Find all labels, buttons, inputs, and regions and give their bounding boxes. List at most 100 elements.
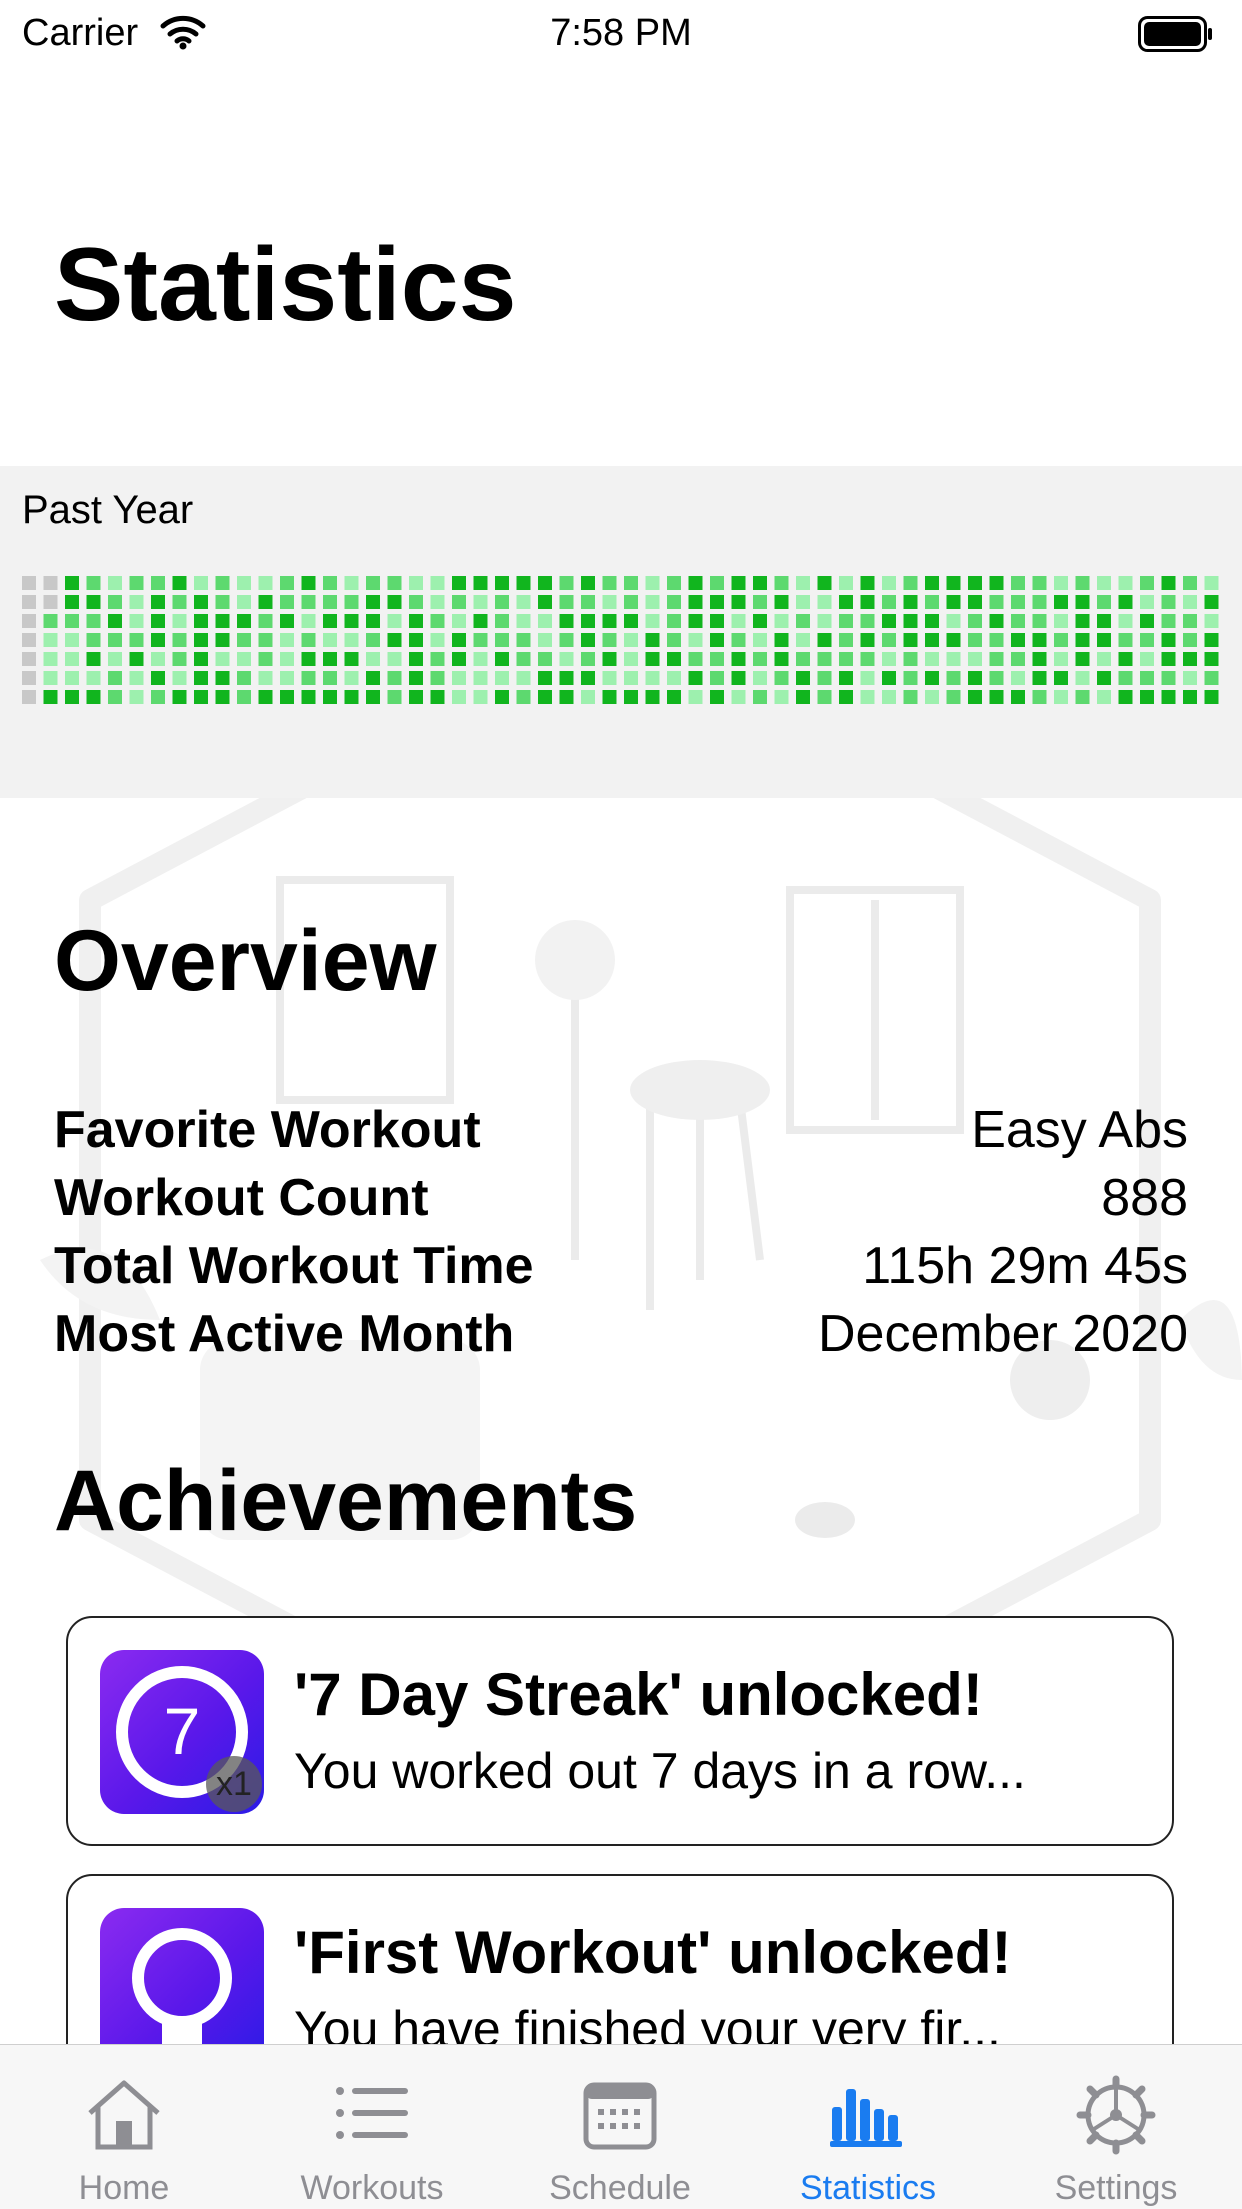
activity-day-cell <box>1204 652 1219 666</box>
activity-day-cell <box>1118 614 1133 628</box>
activity-day-cell <box>86 576 101 590</box>
activity-day-cell <box>43 633 58 647</box>
overview-title: Overview <box>54 913 437 1009</box>
activity-day-cell <box>774 576 789 590</box>
tab-statistics[interactable]: Statistics <box>744 2045 992 2209</box>
activity-day-cell <box>1011 633 1025 647</box>
activity-day-cell <box>710 576 724 590</box>
activity-day-cell <box>1032 652 1047 666</box>
activity-day-cell <box>151 652 165 666</box>
activity-day-cell <box>280 633 294 647</box>
achievement-card-7-day-streak[interactable]: 7 x1 '7 Day Streak' unlocked! You worked… <box>66 1616 1174 1846</box>
past-year-label: Past Year <box>22 488 194 532</box>
activity-day-cell <box>753 633 767 647</box>
activity-day-cell <box>366 671 380 685</box>
activity-day-cell <box>151 690 165 704</box>
tab-home[interactable]: Home <box>0 2045 248 2209</box>
activity-day-cell <box>925 633 939 647</box>
activity-day-cell <box>925 671 939 685</box>
activity-day-cell <box>559 614 574 628</box>
activity-day-cell <box>1054 595 1068 609</box>
activity-day-cell <box>839 652 853 666</box>
activity-day-cell <box>538 595 552 609</box>
activity-day-cell <box>65 633 79 647</box>
activity-day-cell <box>1054 652 1068 666</box>
battery-icon <box>1138 16 1214 57</box>
tab-workouts[interactable]: Workouts <box>248 2045 496 2209</box>
activity-day-cell <box>753 576 767 590</box>
activity-day-cell <box>968 633 982 647</box>
activity-day-cell <box>172 614 187 628</box>
tab-schedule[interactable]: Schedule <box>496 2045 744 2209</box>
activity-day-cell <box>817 652 832 666</box>
activity-day-cell <box>1054 633 1068 647</box>
tab-label: Home <box>78 2169 170 2207</box>
tab-label: Schedule <box>549 2169 691 2207</box>
activity-day-cell <box>108 671 122 685</box>
activity-day-cell <box>1075 576 1090 590</box>
activity-day-cell <box>452 614 466 628</box>
activity-day-cell <box>65 576 79 590</box>
activity-day-cell <box>280 671 294 685</box>
activity-day-cell <box>108 595 122 609</box>
activity-day-cell <box>989 633 1004 647</box>
achievement-title: '7 Day Streak' unlocked! <box>294 1661 983 1728</box>
activity-day-cell <box>516 576 531 590</box>
activity-day-cell <box>452 671 466 685</box>
activity-day-cell <box>473 576 488 590</box>
activity-day-cell <box>946 652 961 666</box>
activity-day-cell <box>409 671 423 685</box>
activity-day-cell <box>925 595 939 609</box>
activity-day-cell <box>495 595 509 609</box>
activity-day-cell <box>258 576 273 590</box>
activity-day-cell <box>215 595 230 609</box>
activity-day-cell <box>710 633 724 647</box>
activity-day-cell <box>280 576 294 590</box>
activity-day-cell <box>645 690 660 704</box>
activity-day-cell <box>1032 614 1047 628</box>
activity-day-cell <box>1032 690 1047 704</box>
activity-day-cell <box>516 671 531 685</box>
activity-day-cell <box>1075 652 1090 666</box>
activity-day-cell <box>860 690 875 704</box>
activity-day-cell <box>452 576 466 590</box>
activity-day-cell <box>688 633 703 647</box>
activity-day-cell <box>1204 671 1219 685</box>
activity-day-cell <box>1118 576 1133 590</box>
achievement-description: You worked out 7 days in a row... <box>294 1743 1026 1799</box>
activity-day-cell <box>667 671 681 685</box>
tab-settings[interactable]: Settings <box>992 2045 1240 2209</box>
activity-day-cell <box>301 652 316 666</box>
activity-day-cell <box>495 671 509 685</box>
activity-day-cell <box>1183 652 1197 666</box>
activity-day-cell <box>1054 671 1068 685</box>
activity-day-cell <box>22 652 36 666</box>
activity-day-cell <box>516 690 531 704</box>
activity-day-cell <box>925 576 939 590</box>
activity-day-cell <box>1097 576 1111 590</box>
activity-day-cell <box>1032 595 1047 609</box>
activity-day-cell <box>366 652 380 666</box>
activity-day-cell <box>516 633 531 647</box>
activity-day-cell <box>129 614 144 628</box>
stat-label: Total Workout Time <box>54 1237 534 1295</box>
activity-day-cell <box>1161 576 1176 590</box>
activity-day-cell <box>366 576 380 590</box>
activity-day-cell <box>667 633 681 647</box>
activity-day-cell <box>516 652 531 666</box>
activity-day-cell <box>1118 633 1133 647</box>
activity-day-cell <box>817 576 832 590</box>
activity-day-cell <box>903 576 918 590</box>
activity-day-cell <box>1118 671 1133 685</box>
activity-day-cell <box>538 633 552 647</box>
activity-day-cell <box>301 595 316 609</box>
activity-day-cell <box>925 652 939 666</box>
activity-day-cell <box>215 652 230 666</box>
activity-day-cell <box>108 690 122 704</box>
activity-day-cell <box>409 633 423 647</box>
activity-day-cell <box>1204 614 1219 628</box>
stat-value: 888 <box>1101 1169 1188 1227</box>
activity-day-cell <box>1032 671 1047 685</box>
activity-day-cell <box>344 595 359 609</box>
activity-day-cell <box>151 576 165 590</box>
